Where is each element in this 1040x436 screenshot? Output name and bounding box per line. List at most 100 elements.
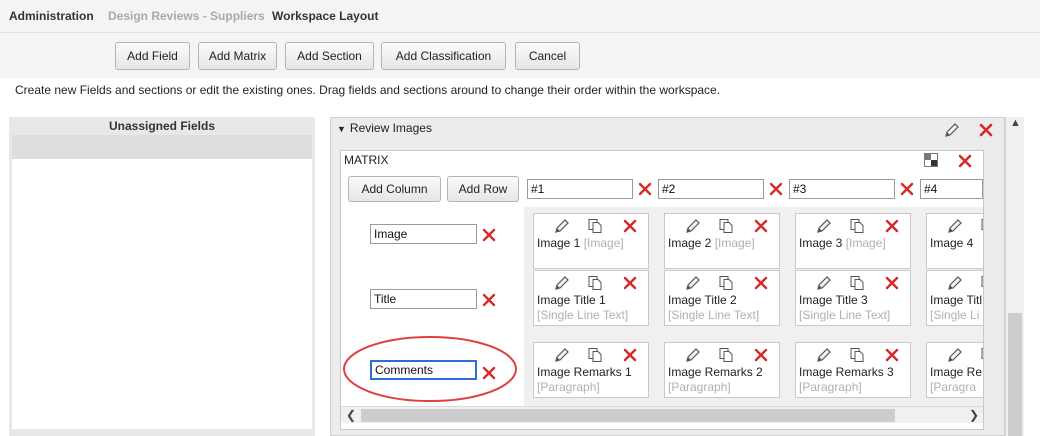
unassigned-fields-title: Unassigned Fields (108, 119, 216, 133)
section-header[interactable]: ▼ Review Images (337, 121, 432, 135)
cell-name: Image 1 (537, 236, 581, 250)
matrix-cell[interactable]: Image 2 [Image] (664, 213, 780, 269)
delete-section-icon[interactable] (978, 122, 994, 138)
breadcrumb-administration[interactable]: Administration (9, 9, 94, 23)
copy-icon[interactable] (980, 347, 983, 363)
cell-name: Image Title 2 (668, 293, 737, 307)
column-input-3[interactable] (789, 179, 895, 199)
cell-type: [Image] (583, 236, 624, 250)
delete-matrix-icon[interactable] (957, 153, 973, 169)
unassigned-fields-panel: Unassigned Fields (9, 117, 315, 436)
pencil-icon[interactable] (554, 347, 570, 363)
delete-icon[interactable] (622, 218, 638, 234)
cell-name: Image Remarks 1 (537, 365, 632, 379)
copy-icon[interactable] (849, 275, 865, 291)
pencil-icon[interactable] (947, 218, 963, 234)
matrix-cell[interactable]: Image Title 2 [Single Line Text] (664, 270, 780, 326)
pencil-icon[interactable] (816, 347, 832, 363)
delete-column-icon[interactable] (900, 182, 914, 196)
add-classification-button[interactable]: Add Classification (381, 42, 506, 70)
copy-icon[interactable] (849, 347, 865, 363)
cell-type: [Paragraph] (799, 380, 862, 394)
copy-icon[interactable] (718, 347, 734, 363)
unassigned-fields-dropzone[interactable] (12, 159, 312, 429)
pencil-icon[interactable] (816, 275, 832, 291)
horizontal-scroll-thumb[interactable] (361, 409, 895, 422)
pencil-icon[interactable] (685, 218, 701, 234)
delete-row-icon[interactable] (482, 228, 496, 242)
delete-icon[interactable] (884, 275, 900, 291)
matrix-cell[interactable]: Image Remarks 1 [Paragraph] (533, 342, 649, 398)
delete-icon[interactable] (622, 347, 638, 363)
add-field-button[interactable]: Add Field (115, 42, 190, 70)
pencil-icon[interactable] (685, 347, 701, 363)
section-title: Review Images (349, 121, 432, 135)
breadcrumb-design-reviews[interactable]: Design Reviews - Suppliers (108, 9, 265, 23)
pencil-icon[interactable] (947, 275, 963, 291)
copy-icon[interactable] (849, 218, 865, 234)
copy-icon[interactable] (980, 275, 983, 291)
cell-type: [Single Line Text] (537, 308, 629, 322)
matrix-label: MATRIX (344, 153, 389, 167)
delete-icon[interactable] (753, 347, 769, 363)
matrix-settings-icon[interactable] (924, 153, 938, 167)
delete-icon[interactable] (753, 218, 769, 234)
horizontal-scrollbar[interactable]: ❮ ❯ (341, 406, 983, 423)
matrix-cell[interactable]: Image Re [Paragra (926, 342, 983, 398)
copy-icon[interactable] (587, 218, 603, 234)
column-input-1[interactable] (527, 179, 633, 199)
scroll-right-icon[interactable]: ❯ (969, 408, 979, 422)
cell-name: Image Remarks 2 (668, 365, 763, 379)
copy-icon[interactable] (718, 275, 734, 291)
matrix-cell[interactable]: Image Title 1 [Single Line Text] (533, 270, 649, 326)
cell-name: Image Title 1 (537, 293, 606, 307)
add-section-button[interactable]: Add Section (285, 42, 374, 70)
row-input-image[interactable] (370, 224, 477, 244)
delete-column-icon[interactable] (769, 182, 783, 196)
add-matrix-button[interactable]: Add Matrix (198, 42, 277, 70)
pencil-icon[interactable] (816, 218, 832, 234)
matrix-cell[interactable]: Image Remarks 2 [Paragraph] (664, 342, 780, 398)
matrix-cell[interactable]: Image 3 [Image] (795, 213, 911, 269)
add-column-button[interactable]: Add Column (348, 176, 441, 202)
pencil-icon[interactable] (685, 275, 701, 291)
row-input-title[interactable] (370, 289, 477, 309)
matrix-cell[interactable]: Image Title 3 [Single Line Text] (795, 270, 911, 326)
delete-icon[interactable] (884, 218, 900, 234)
cell-name: Image Re (930, 365, 983, 379)
highlight-circle (343, 336, 517, 402)
cell-name: Image Titl (930, 293, 983, 307)
matrix-cell[interactable]: Image 1 [Image] (533, 213, 649, 269)
delete-row-icon[interactable] (482, 293, 496, 307)
breadcrumb-workspace-layout: Workspace Layout (272, 9, 379, 23)
pencil-icon[interactable] (947, 347, 963, 363)
pencil-icon[interactable] (554, 218, 570, 234)
copy-icon[interactable] (980, 218, 983, 234)
unassigned-fields-header-bar (12, 135, 312, 159)
copy-icon[interactable] (587, 347, 603, 363)
scroll-left-icon[interactable]: ❮ (346, 408, 356, 422)
copy-icon[interactable] (587, 275, 603, 291)
delete-icon[interactable] (753, 275, 769, 291)
matrix-cells-area: Image 1 [Image] Image 2 [Image] Image 3 … (524, 207, 983, 407)
matrix-cell[interactable]: Image Titl [Single Li (926, 270, 983, 326)
collapse-triangle-icon[interactable]: ▼ (337, 124, 346, 134)
cancel-button[interactable]: Cancel (515, 42, 580, 70)
cell-name: Image 2 (668, 236, 712, 250)
add-row-button[interactable]: Add Row (447, 176, 519, 202)
pencil-icon[interactable] (554, 275, 570, 291)
cell-name: Image Remarks 3 (799, 365, 894, 379)
delete-icon[interactable] (884, 347, 900, 363)
edit-section-pencil-icon[interactable] (943, 121, 961, 139)
vertical-scroll-thumb[interactable] (1008, 313, 1022, 436)
matrix-cell[interactable]: Image Remarks 3 [Paragraph] (795, 342, 911, 398)
matrix-cell[interactable]: Image 4 (926, 213, 983, 269)
column-input-2[interactable] (658, 179, 764, 199)
delete-column-icon[interactable] (638, 182, 652, 196)
column-input-4[interactable] (920, 179, 983, 199)
copy-icon[interactable] (718, 218, 734, 234)
delete-icon[interactable] (622, 275, 638, 291)
cell-name: Image 4 (930, 236, 974, 250)
vertical-scrollbar[interactable]: ▲ (1005, 117, 1024, 436)
scroll-up-icon[interactable]: ▲ (1010, 117, 1021, 129)
